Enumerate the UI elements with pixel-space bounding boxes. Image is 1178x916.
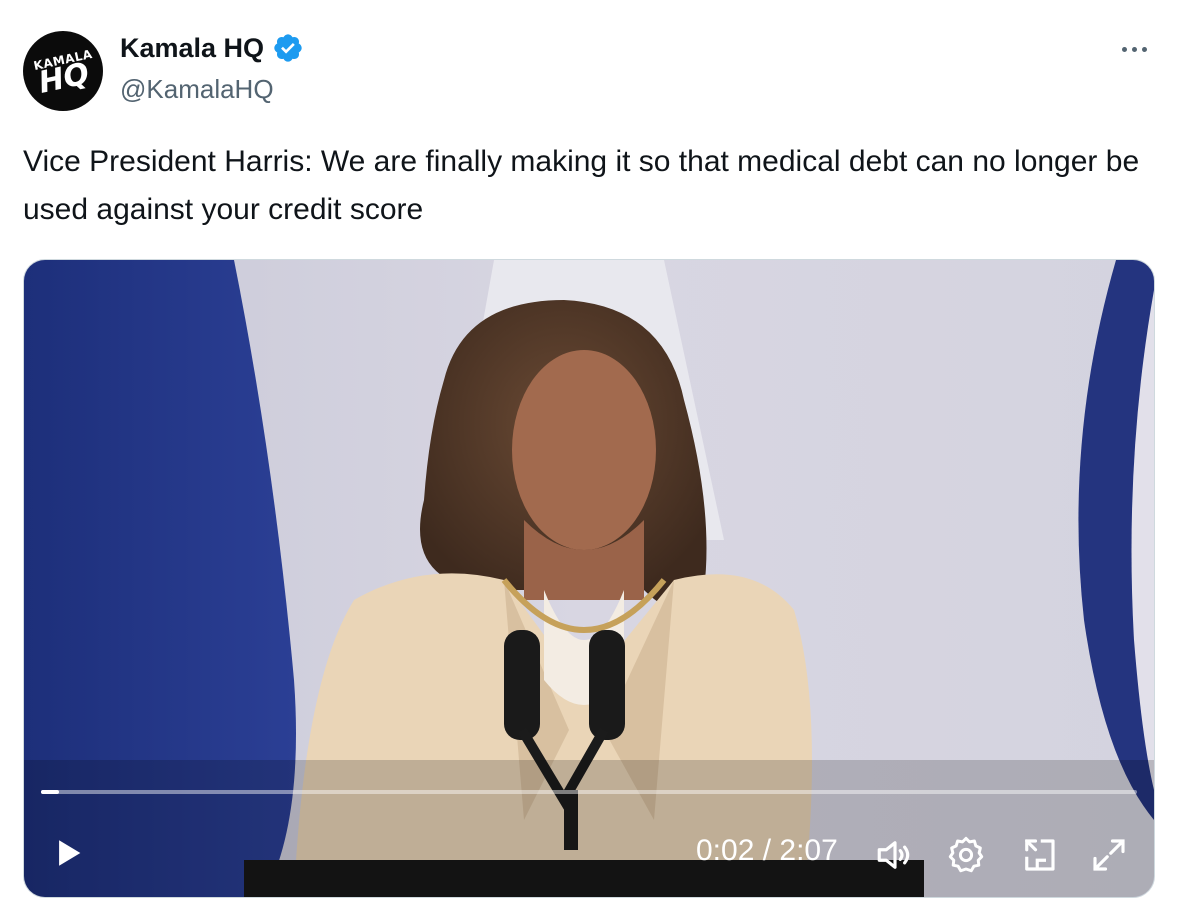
- play-icon[interactable]: [52, 836, 86, 870]
- author-name-row[interactable]: Kamala HQ: [120, 32, 304, 64]
- video-controls: 0:02 / 2:07: [24, 820, 1154, 880]
- video-progress-bar[interactable]: [41, 790, 1137, 794]
- verified-badge-icon[interactable]: [272, 32, 304, 64]
- picture-in-picture-icon[interactable]: [1018, 834, 1060, 876]
- more-options-icon[interactable]: [1114, 34, 1154, 64]
- avatar[interactable]: KAMALA HQ: [23, 31, 103, 111]
- author-name[interactable]: Kamala HQ: [120, 33, 264, 64]
- fullscreen-icon[interactable]: [1088, 834, 1130, 876]
- author-handle[interactable]: @KamalaHQ: [120, 74, 274, 105]
- video-progress-fill: [41, 790, 59, 794]
- settings-icon[interactable]: [945, 834, 987, 876]
- video-player[interactable]: 0:02 / 2:07: [23, 259, 1155, 898]
- video-frame: [24, 260, 1154, 897]
- tweet-text: Vice President Harris: We are finally ma…: [23, 145, 1140, 226]
- video-time-display: 0:02 / 2:07: [696, 834, 838, 867]
- volume-icon[interactable]: [874, 834, 916, 876]
